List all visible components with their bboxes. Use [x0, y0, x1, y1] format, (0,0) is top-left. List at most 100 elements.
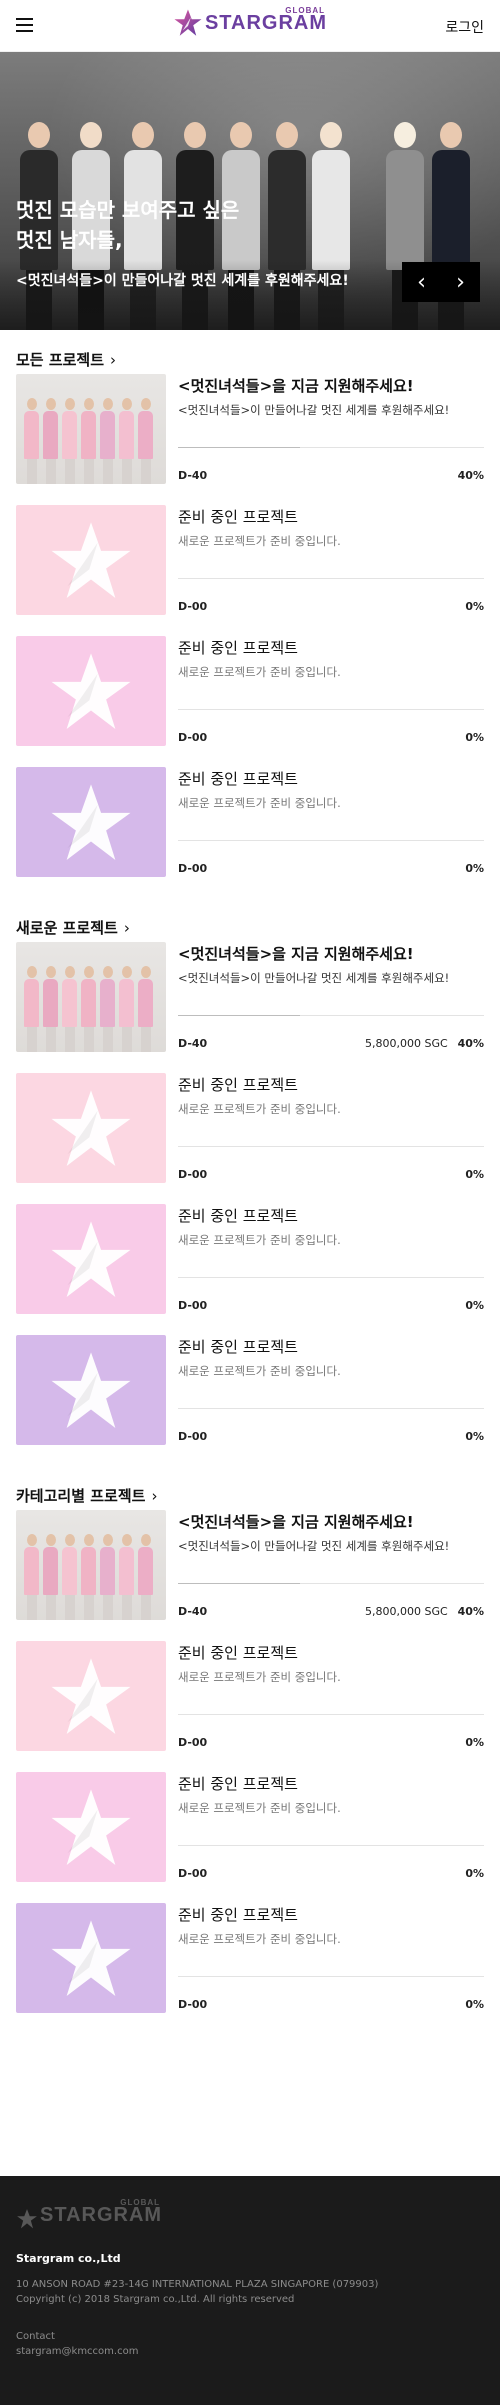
project-title[interactable]: <멋진녀석들>을 지금 지원해주세요! [178, 944, 484, 964]
chevron-right-icon[interactable]: › [441, 262, 480, 302]
chevron-right-icon: › [110, 351, 117, 369]
progress-bar [178, 1714, 484, 1715]
hero-subtitle: <멋진녀석들>이 만들어나갈 멋진 세계를 후원해주세요! [16, 273, 349, 289]
project-title[interactable]: 준비 중인 프로젝트 [178, 1337, 484, 1357]
project-thumbnail[interactable] [16, 1073, 166, 1183]
project-card[interactable]: 준비 중인 프로젝트 새로운 프로젝트가 준비 중입니다. D-00 0% [16, 505, 484, 636]
project-description: 새로운 프로젝트가 준비 중입니다. [178, 1932, 341, 1946]
d-day: D-40 [178, 1605, 208, 1618]
project-card[interactable]: <멋진녀석들>을 지금 지원해주세요! <멋진녀석들>이 만들어나갈 멋진 세계를… [16, 1510, 484, 1641]
project-title[interactable]: 준비 중인 프로젝트 [178, 507, 484, 527]
project-description: 새로운 프로젝트가 준비 중입니다. [178, 1102, 341, 1116]
progress-fill [178, 1015, 301, 1016]
project-description: <멋진녀석들>이 만들어나갈 멋진 세계를 후원해주세요! [178, 1539, 450, 1553]
project-title[interactable]: 준비 중인 프로젝트 [178, 1206, 484, 1226]
hero-title: 멋진 모습만 보여주고 싶은 멋진 남자들, [16, 195, 239, 255]
project-info: 준비 중인 프로젝트 새로운 프로젝트가 준비 중입니다. D-00 0% [178, 1641, 484, 1751]
chevron-right-icon: › [151, 1487, 158, 1505]
funding-amount: 5,800,000 SGC [364, 1605, 448, 1618]
project-description: 새로운 프로젝트가 준비 중입니다. [178, 665, 341, 679]
progress-bar [178, 1976, 484, 1977]
section-title-link[interactable]: 카테고리별 프로젝트 › [16, 1466, 484, 1510]
project-meta: D-40 5,800,000 SGC 40% [178, 1037, 484, 1050]
chevron-left-icon[interactable]: ‹ [402, 262, 441, 302]
star-placeholder-icon [51, 1090, 131, 1166]
project-card[interactable]: 준비 중인 프로젝트 새로운 프로젝트가 준비 중입니다. D-00 0% [16, 767, 484, 898]
project-title[interactable]: <멋진녀석들>을 지금 지원해주세요! [178, 1512, 484, 1532]
progress-bar [178, 1015, 484, 1016]
project-meta: D-40 5,800,000 SGC 40% [178, 1605, 484, 1618]
footer-logo-global: GLOBAL [120, 2198, 161, 2207]
project-info: <멋진녀석들>을 지금 지원해주세요! <멋진녀석들>이 만들어나갈 멋진 세계를… [178, 1510, 484, 1620]
star-placeholder-icon [51, 1221, 131, 1297]
project-card[interactable]: 준비 중인 프로젝트 새로운 프로젝트가 준비 중입니다. D-00 0% [16, 1641, 484, 1772]
project-card[interactable]: <멋진녀석들>을 지금 지원해주세요! <멋진녀석들>이 만들어나갈 멋진 세계를… [16, 374, 484, 505]
section-title-link[interactable]: 새로운 프로젝트 › [16, 898, 484, 942]
project-title[interactable]: 준비 중인 프로젝트 [178, 1774, 484, 1794]
project-thumbnail[interactable] [16, 1903, 166, 2013]
footer-company: Stargram co.,Ltd [16, 2252, 121, 2265]
d-day: D-00 [178, 731, 208, 744]
project-card[interactable]: 준비 중인 프로젝트 새로운 프로젝트가 준비 중입니다. D-00 0% [16, 1073, 484, 1204]
project-description: 새로운 프로젝트가 준비 중입니다. [178, 796, 341, 810]
project-info: <멋진녀석들>을 지금 지원해주세요! <멋진녀석들>이 만들어나갈 멋진 세계를… [178, 942, 484, 1052]
project-title[interactable]: 준비 중인 프로젝트 [178, 1075, 484, 1095]
funding-percent: 0% [465, 1299, 484, 1312]
site-footer: GLOBAL STARGRAM Stargram co.,Ltd 10 ANSO… [0, 2176, 500, 2405]
project-description: 새로운 프로젝트가 준비 중입니다. [178, 1670, 341, 1684]
funding-percent: 0% [465, 1867, 484, 1880]
section-title: 카테고리별 프로젝트 [16, 1487, 146, 1505]
project-thumbnail[interactable] [16, 767, 166, 877]
project-title[interactable]: 준비 중인 프로젝트 [178, 1643, 484, 1663]
hero-banner[interactable]: 멋진 모습만 보여주고 싶은 멋진 남자들, <멋진녀석들>이 만들어나갈 멋진… [0, 52, 500, 330]
funding-percent: 0% [465, 600, 484, 613]
project-thumbnail[interactable] [16, 1335, 166, 1445]
star-logo-icon [174, 9, 202, 36]
project-meta: D-00 0% [178, 1998, 484, 2011]
project-meta: D-00 0% [178, 1867, 484, 1880]
project-title[interactable]: 준비 중인 프로젝트 [178, 769, 484, 789]
project-card[interactable]: 준비 중인 프로젝트새로운 프로젝트가 준비 중입니다. D-00 0% [16, 636, 484, 767]
funding-amount: 5,800,000 SGC [364, 1037, 448, 1050]
project-meta: D-00 0% [178, 731, 484, 744]
project-title[interactable]: 준비 중인 프로젝트 [178, 638, 484, 658]
star-placeholder-icon [51, 1789, 131, 1865]
progress-bar [178, 1845, 484, 1846]
progress-bar [178, 709, 484, 710]
logo-global-text: GLOBAL [285, 6, 326, 15]
project-thumbnail[interactable] [16, 374, 166, 484]
project-thumbnail[interactable] [16, 1510, 166, 1620]
hamburger-icon[interactable] [16, 18, 33, 32]
footer-email[interactable]: stargram@kmccom.com [16, 2346, 484, 2357]
project-description: <멋진녀석들>이 만들어나갈 멋진 세계를 후원해주세요! [178, 971, 450, 985]
project-description: <멋진녀석들>이 만들어나갈 멋진 세계를 후원해주세요! [178, 403, 450, 417]
project-description: 새로운 프로젝트가 준비 중입니다. [178, 1364, 341, 1378]
project-thumbnail[interactable] [16, 505, 166, 615]
project-title[interactable]: 준비 중인 프로젝트 [178, 1905, 484, 1925]
footer-logo: GLOBAL STARGRAM [16, 2198, 484, 2230]
d-day: D-00 [178, 862, 208, 875]
project-info: 준비 중인 프로젝트새로운 프로젝트가 준비 중입니다. D-00 0% [178, 636, 484, 746]
d-day: D-40 [178, 469, 208, 482]
progress-fill [178, 1583, 301, 1584]
site-logo[interactable]: GLOBAL STARGRAM [173, 6, 327, 38]
hero-title-line1: 멋진 모습만 보여주고 싶은 [16, 198, 240, 222]
project-thumbnail[interactable] [16, 1772, 166, 1882]
d-day: D-00 [178, 1168, 208, 1181]
project-card[interactable]: 준비 중인 프로젝트 새로운 프로젝트가 준비 중입니다. D-00 0% [16, 1772, 484, 1903]
section-title: 모든 프로젝트 [16, 351, 105, 369]
project-title[interactable]: <멋진녀석들>을 지금 지원해주세요! [178, 376, 484, 396]
funding-percent: 40% [457, 469, 484, 482]
project-card[interactable]: 준비 중인 프로젝트 새로운 프로젝트가 준비 중입니다. D-00 0% [16, 1204, 484, 1335]
project-thumbnail[interactable] [16, 1204, 166, 1314]
login-link[interactable]: 로그인 [445, 17, 484, 37]
project-thumbnail[interactable] [16, 942, 166, 1052]
project-thumbnail[interactable] [16, 636, 166, 746]
project-thumbnail[interactable] [16, 1641, 166, 1751]
project-sections: 모든 프로젝트 › <멋진녀석들>을 지금 지원해주세요! <멋진녀석들>이 만들어나… [0, 330, 500, 2034]
project-card[interactable]: 준비 중인 프로젝트새로운 프로젝트가 준비 중입니다. D-00 0% [16, 1903, 484, 2034]
section-title-link[interactable]: 모든 프로젝트 › [16, 330, 484, 374]
footer-contact-label: Contact [16, 2331, 55, 2342]
project-card[interactable]: <멋진녀석들>을 지금 지원해주세요! <멋진녀석들>이 만들어나갈 멋진 세계를… [16, 942, 484, 1073]
project-card[interactable]: 준비 중인 프로젝트 새로운 프로젝트가 준비 중입니다. D-00 0% [16, 1335, 484, 1466]
